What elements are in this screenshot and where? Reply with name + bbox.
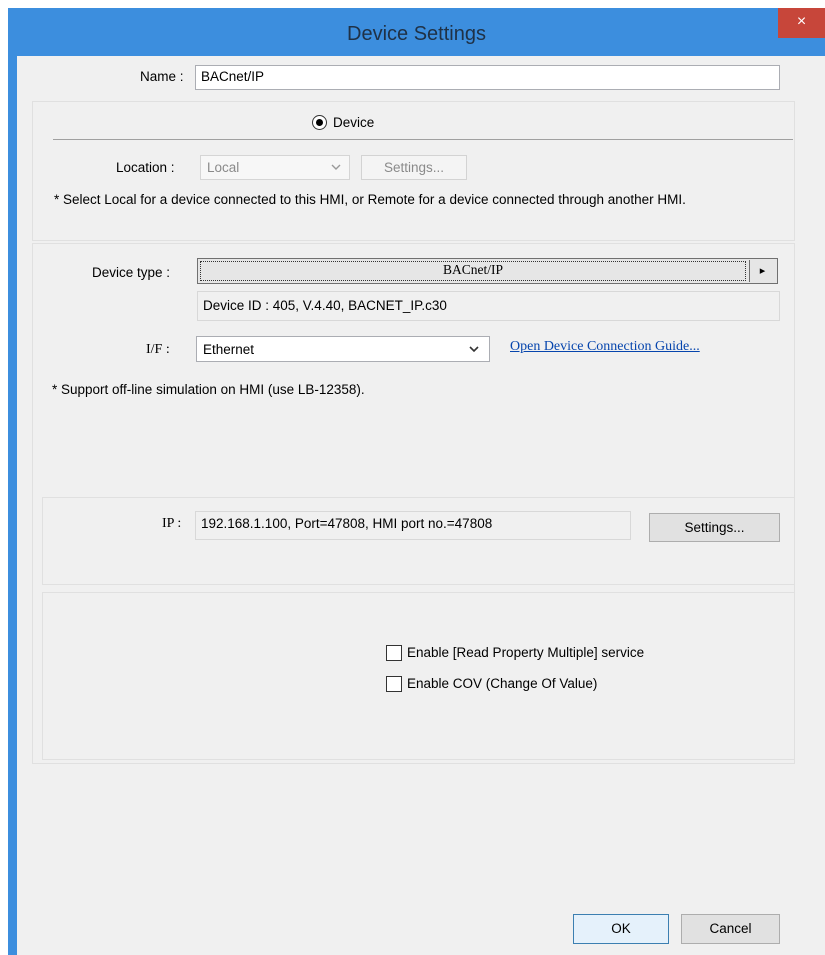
location-note: * Select Local for a device connected to… xyxy=(54,192,686,207)
triangle-right-icon: ▸ xyxy=(759,265,766,277)
cov-checkbox[interactable] xyxy=(386,676,402,692)
device-type-selector[interactable]: BACnet/IP ▸ xyxy=(197,258,778,284)
cancel-button[interactable]: Cancel xyxy=(681,914,780,944)
interface-select[interactable]: Ethernet xyxy=(196,336,490,362)
device-type-label: Device type : xyxy=(92,265,171,280)
clipped-top-strip xyxy=(0,0,825,8)
location-settings-label: Settings... xyxy=(383,160,445,175)
location-settings-button[interactable]: Settings... xyxy=(361,155,467,180)
device-radio-button[interactable] xyxy=(312,115,327,130)
ip-label: IP : xyxy=(162,516,182,531)
name-value: BACnet/IP xyxy=(201,69,265,84)
name-label: Name : xyxy=(140,69,184,84)
read-property-multiple-label: Enable [Read Property Multiple] service xyxy=(407,645,645,660)
dialog-title: Device Settings xyxy=(347,23,486,45)
device-type-value: BACnet/IP xyxy=(442,262,503,277)
ip-settings-label: Settings... xyxy=(684,520,745,535)
device-radio-label: Device xyxy=(333,115,375,130)
device-id-text: Device ID : 405, V.4.40, BACNET_IP.c30 xyxy=(203,298,447,313)
name-field[interactable]: BACnet/IP xyxy=(195,65,780,90)
location-label: Location : xyxy=(116,160,175,175)
chevron-down-icon xyxy=(331,164,341,170)
device-id-box: Device ID : 405, V.4.40, BACNET_IP.c30 xyxy=(197,291,780,321)
ip-value: 192.168.1.100, Port=47808, HMI port no.=… xyxy=(201,516,493,531)
device-type-arrow-button[interactable]: ▸ xyxy=(749,260,775,282)
cov-label: Enable COV (Change Of Value) xyxy=(407,676,598,691)
open-connection-guide-link[interactable]: Open Device Connection Guide... xyxy=(510,339,700,355)
location-value: Local xyxy=(207,160,240,175)
ok-button[interactable]: OK xyxy=(573,914,669,944)
cancel-label: Cancel xyxy=(709,921,752,936)
location-select[interactable]: Local xyxy=(200,155,350,180)
ok-label: OK xyxy=(611,921,631,936)
ip-field: 192.168.1.100, Port=47808, HMI port no.=… xyxy=(195,511,631,540)
simulation-note: * Support off-line simulation on HMI (us… xyxy=(52,382,365,397)
device-separator xyxy=(53,139,793,140)
interface-value: Ethernet xyxy=(203,342,255,357)
close-button[interactable]: × xyxy=(778,8,825,38)
read-property-multiple-checkbox[interactable] xyxy=(386,645,402,661)
close-icon: × xyxy=(796,13,807,30)
ip-settings-button[interactable]: Settings... xyxy=(649,513,780,542)
chevron-down-icon xyxy=(469,346,479,353)
interface-label: I/F : xyxy=(146,342,170,357)
